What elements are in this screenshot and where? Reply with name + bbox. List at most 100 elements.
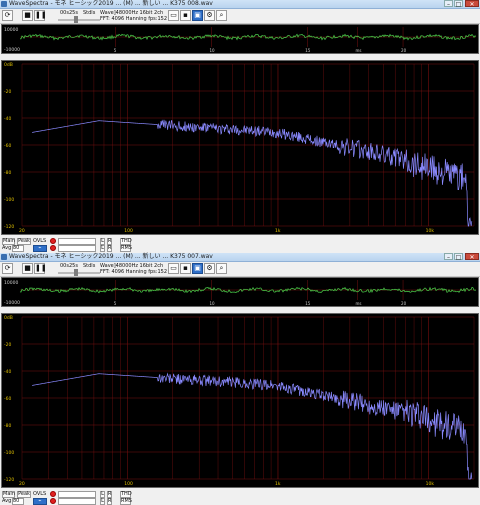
photo-icon[interactable]: ▣ [192, 263, 203, 274]
avg-value-field[interactable] [58, 498, 96, 505]
record-icon[interactable] [50, 491, 56, 497]
settings-icon[interactable]: ⚙ [204, 263, 215, 274]
avg-value-field[interactable] [58, 245, 96, 252]
wave-x-tick-label: 20 [401, 301, 407, 306]
wave-x-tick-label: 10 [210, 301, 216, 306]
wave-x-tick-label: 5 [114, 48, 117, 53]
wave-x-tick-label: 15 [305, 301, 311, 306]
r-button[interactable]: R [107, 498, 112, 505]
spec-x-tick-label: 20 [19, 228, 25, 234]
position-slider-thumb[interactable] [74, 269, 78, 276]
pause-icon[interactable]: ❚❚ [34, 263, 47, 274]
spec-x-tick-label: 20 [19, 481, 25, 487]
ovls-checkbox[interactable]: OVLS [33, 491, 46, 498]
l-button[interactable]: L [100, 491, 105, 498]
r-button[interactable]: R [107, 491, 112, 498]
rate-readout: Stdls [83, 10, 96, 16]
spec-y-tick-label: -20 [4, 89, 11, 95]
spec-x-tick-label: 100 [124, 481, 133, 487]
wave-x-tick-label: ms [355, 301, 361, 306]
rms-button[interactable]: RMS [120, 498, 132, 505]
fft-info: FFT: 4096 Hanning fps:152 [100, 269, 168, 275]
avg-mode-button[interactable]: ⌁ [33, 245, 47, 252]
r-button[interactable]: R [107, 238, 112, 245]
stop-icon[interactable]: ■ [22, 263, 33, 274]
window-title: WaveSpectra - モネ ヒーシック2019 ... (M) ... 新… [9, 253, 213, 260]
position-slider-thumb[interactable] [74, 16, 78, 23]
app-icon [1, 1, 7, 7]
r-button[interactable]: R [107, 245, 112, 252]
toolbar: ⟳ ■ ❚❚ 00s25s Stdls Wave]48000Hz 16bit 2… [0, 9, 480, 24]
avg-label: Avg [2, 498, 12, 504]
peak-button[interactable]: Peak [17, 238, 31, 245]
search-icon[interactable]: ⌕ [216, 263, 227, 274]
spec-y-tick-label: -120 [4, 224, 14, 230]
wave-y-bottom-label: -10000 [4, 47, 20, 53]
save-icon[interactable]: ▪ [180, 10, 191, 21]
spec-y-tick-label: -100 [4, 450, 14, 456]
peak-button[interactable]: Peak [17, 491, 31, 498]
spec-y-tick-label: -100 [4, 197, 14, 203]
position-slider-track[interactable] [58, 272, 100, 274]
avg-value: 80 [13, 245, 20, 251]
photo-icon[interactable]: ▣ [192, 10, 203, 21]
refresh-icon[interactable]: ⟳ [2, 10, 13, 21]
wave-x-tick-label: 10 [210, 48, 216, 53]
search-icon[interactable]: ⌕ [216, 10, 227, 21]
avg-value: 80 [13, 498, 20, 504]
spec-y-tick-label: -40 [4, 116, 11, 122]
spectrum-trace [31, 372, 473, 480]
toolbar: ⟳ ■ ❚❚ 00s25s Stdls Wave]48000Hz 16bit 2… [0, 262, 480, 277]
minimize-button[interactable]: – [444, 0, 453, 8]
stop-icon[interactable]: ■ [22, 10, 33, 21]
maximize-button[interactable]: □ [454, 253, 463, 261]
rms-button[interactable]: RMS [120, 245, 132, 252]
maximize-button[interactable]: □ [454, 0, 463, 8]
wave-y-top-label: 10000 [4, 27, 18, 33]
title-bar[interactable]: WaveSpectra - モネ ヒーシック2019 ... (M) ... 新… [0, 0, 480, 9]
main-button[interactable]: Main [2, 238, 15, 245]
wavespectra-window-2: WaveSpectra - モネ ヒーシック2019 ... (M) ... 新… [0, 253, 480, 505]
pause-icon[interactable]: ❚❚ [34, 10, 47, 21]
l-button[interactable]: L [100, 238, 105, 245]
wave-x-tick-label: 15 [305, 48, 311, 53]
main-button[interactable]: Main [2, 491, 15, 498]
position-slider-track[interactable] [58, 19, 100, 21]
close-button[interactable]: ✕ [465, 253, 479, 261]
settings-icon[interactable]: ⚙ [204, 10, 215, 21]
spec-x-tick-label: 1k [275, 228, 281, 234]
spec-y-tick-label: -20 [4, 342, 11, 348]
save-icon[interactable]: ▪ [180, 263, 191, 274]
title-bar[interactable]: WaveSpectra - モネ ヒーシック2019 ... (M) ... 新… [0, 253, 480, 262]
spec-x-tick-label: 100 [124, 228, 133, 234]
bottom-controls: Main Peak OVLS L R THD Avg 80 ⌁ L R RMS [0, 236, 480, 252]
minimize-button[interactable]: – [444, 253, 453, 261]
open-folder-icon[interactable]: ▭ [168, 10, 179, 21]
spec-y-tick-label: -60 [4, 396, 11, 402]
record-icon[interactable] [50, 245, 56, 251]
waveform-panel: 10000 -10000 5 10 15 ms 20 [1, 24, 479, 54]
bottom-controls: Main Peak OVLS L R THD Avg 80 ⌁ L R RMS [0, 489, 480, 505]
spec-x-tick-label: 10k [426, 481, 435, 487]
avg-label: Avg [2, 245, 12, 251]
record-icon[interactable] [50, 238, 56, 244]
spectrum-trace [31, 119, 473, 227]
spec-y-tick-label: -40 [4, 369, 11, 375]
peak-field[interactable] [58, 238, 96, 245]
peak-field[interactable] [58, 491, 96, 498]
spec-y-tick-label: -80 [4, 170, 11, 176]
spectrum-panel: 0dB -20 -40 -60 -80 -100 -120 20 100 1k 10k [1, 313, 479, 488]
thd-button[interactable]: THD [120, 491, 132, 498]
ovls-checkbox[interactable]: OVLS [33, 238, 46, 245]
record-icon[interactable] [50, 498, 56, 504]
open-folder-icon[interactable]: ▭ [168, 263, 179, 274]
close-button[interactable]: ✕ [465, 0, 479, 8]
refresh-icon[interactable]: ⟳ [2, 263, 13, 274]
l-button[interactable]: L [100, 245, 105, 252]
rate-readout: Stdls [83, 263, 96, 269]
spec-y-tick-label: -60 [4, 143, 11, 149]
avg-mode-button[interactable]: ⌁ [33, 498, 47, 505]
wave-x-tick-label: 5 [114, 301, 117, 306]
thd-button[interactable]: THD [120, 238, 132, 245]
l-button[interactable]: L [100, 498, 105, 505]
